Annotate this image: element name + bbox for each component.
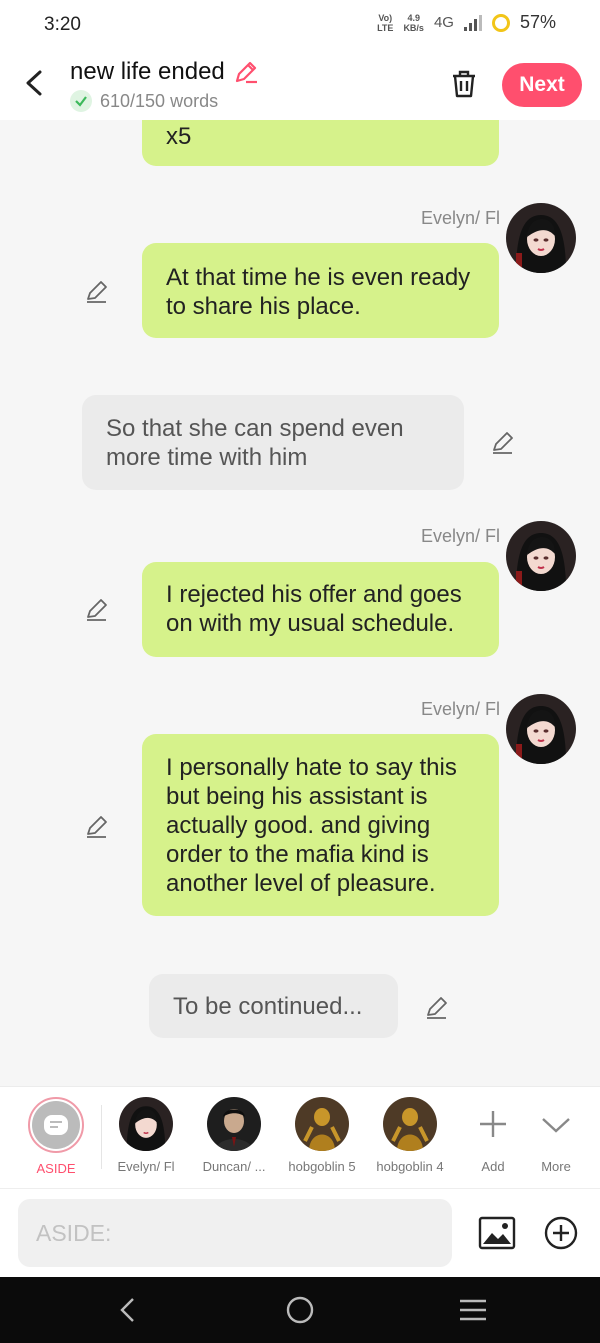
- header-bar: new life ended 610/150 words Next: [0, 50, 600, 120]
- aside-icon: [28, 1097, 84, 1153]
- message-bubble[interactable]: At that time he is even ready to share h…: [142, 243, 499, 338]
- story-title-row[interactable]: new life ended: [70, 58, 259, 86]
- story-title: new life ended: [70, 58, 225, 85]
- network-speed: 4.9 KB/s: [403, 12, 424, 33]
- check-icon: [70, 90, 92, 112]
- message-bubble[interactable]: x5: [142, 120, 499, 166]
- character-hobgoblin-5[interactable]: hobgoblin 5: [278, 1097, 366, 1174]
- next-button[interactable]: Next: [502, 63, 582, 107]
- character-aside[interactable]: ASIDE: [12, 1097, 100, 1176]
- compose-bar: [0, 1188, 600, 1277]
- chevron-down-icon: [542, 1118, 570, 1133]
- evelyn-avatar-image: [506, 203, 576, 273]
- edit-message-icon[interactable]: [84, 813, 110, 839]
- word-count-row: 610/150 words: [70, 90, 259, 112]
- character-label: Evelyn/ Fl: [117, 1159, 175, 1174]
- aside-input[interactable]: [18, 1199, 452, 1267]
- character-avatar[interactable]: [506, 521, 576, 591]
- character-label: hobgoblin 4: [376, 1159, 444, 1174]
- nav-back-icon[interactable]: [116, 1296, 140, 1324]
- edit-message-icon[interactable]: [84, 278, 110, 304]
- nav-home-icon[interactable]: [285, 1295, 315, 1325]
- add-circle-icon[interactable]: [542, 1214, 580, 1252]
- nav-menu-icon[interactable]: [458, 1298, 488, 1322]
- message-bubble[interactable]: I personally hate to say this but being …: [142, 734, 499, 916]
- aside-bubble[interactable]: To be continued...: [149, 974, 398, 1038]
- edit-message-icon[interactable]: [84, 596, 110, 622]
- character-evelyn[interactable]: Evelyn/ Fl: [102, 1097, 190, 1174]
- speaker-name: Evelyn/ Fl: [420, 208, 500, 228]
- trash-icon[interactable]: [448, 68, 480, 100]
- battery-icon: [491, 13, 510, 32]
- message-bubble[interactable]: I rejected his offer and goes on with my…: [142, 562, 499, 657]
- character-label: ASIDE: [36, 1161, 76, 1176]
- story-title-block: new life ended 610/150 words: [70, 58, 259, 112]
- character-avatar[interactable]: [506, 694, 576, 764]
- more-characters-button[interactable]: More: [512, 1097, 600, 1174]
- edit-title-icon[interactable]: [233, 59, 259, 85]
- character-hobgoblin-4[interactable]: hobgoblin 4: [366, 1097, 454, 1174]
- status-bar: 3:20 Vo) LTE 4.9 KB/s 4G 57%: [0, 0, 600, 50]
- speaker-name: Evelyn/ Fl: [420, 526, 500, 546]
- character-label: More: [541, 1159, 571, 1174]
- evelyn-avatar-image: [506, 521, 576, 591]
- network-type: 4G: [433, 14, 454, 31]
- duncan-avatar: [207, 1097, 261, 1151]
- character-label: Duncan/ ...: [202, 1159, 266, 1174]
- battery-level: 57%: [519, 12, 556, 32]
- character-label: hobgoblin 5: [288, 1159, 356, 1174]
- volte-indicator: Vo) LTE: [377, 12, 394, 33]
- edit-message-icon[interactable]: [490, 429, 516, 455]
- status-indicators: Vo) LTE 4.9 KB/s 4G 57%: [377, 12, 556, 33]
- system-nav-bar: [0, 1277, 600, 1343]
- evelyn-avatar-image: [506, 694, 576, 764]
- character-selector-bar: ASIDE Evelyn/ Fl Duncan/ ... hobgoblin 5…: [0, 1086, 600, 1188]
- image-icon[interactable]: [477, 1213, 517, 1253]
- edit-message-icon[interactable]: [424, 994, 450, 1020]
- hobgoblin-avatar: [383, 1097, 437, 1151]
- character-duncan[interactable]: Duncan/ ...: [190, 1097, 278, 1174]
- hobgoblin-avatar: [295, 1097, 349, 1151]
- word-count: 610/150 words: [100, 90, 219, 111]
- evelyn-avatar: [119, 1097, 173, 1151]
- speaker-name: Evelyn/ Fl: [420, 699, 500, 719]
- signal-icon: [463, 14, 482, 31]
- status-time: 3:20: [44, 14, 81, 35]
- aside-bubble[interactable]: So that she can spend even more time wit…: [82, 395, 464, 490]
- character-avatar[interactable]: [506, 203, 576, 273]
- back-arrow-icon[interactable]: [22, 68, 48, 98]
